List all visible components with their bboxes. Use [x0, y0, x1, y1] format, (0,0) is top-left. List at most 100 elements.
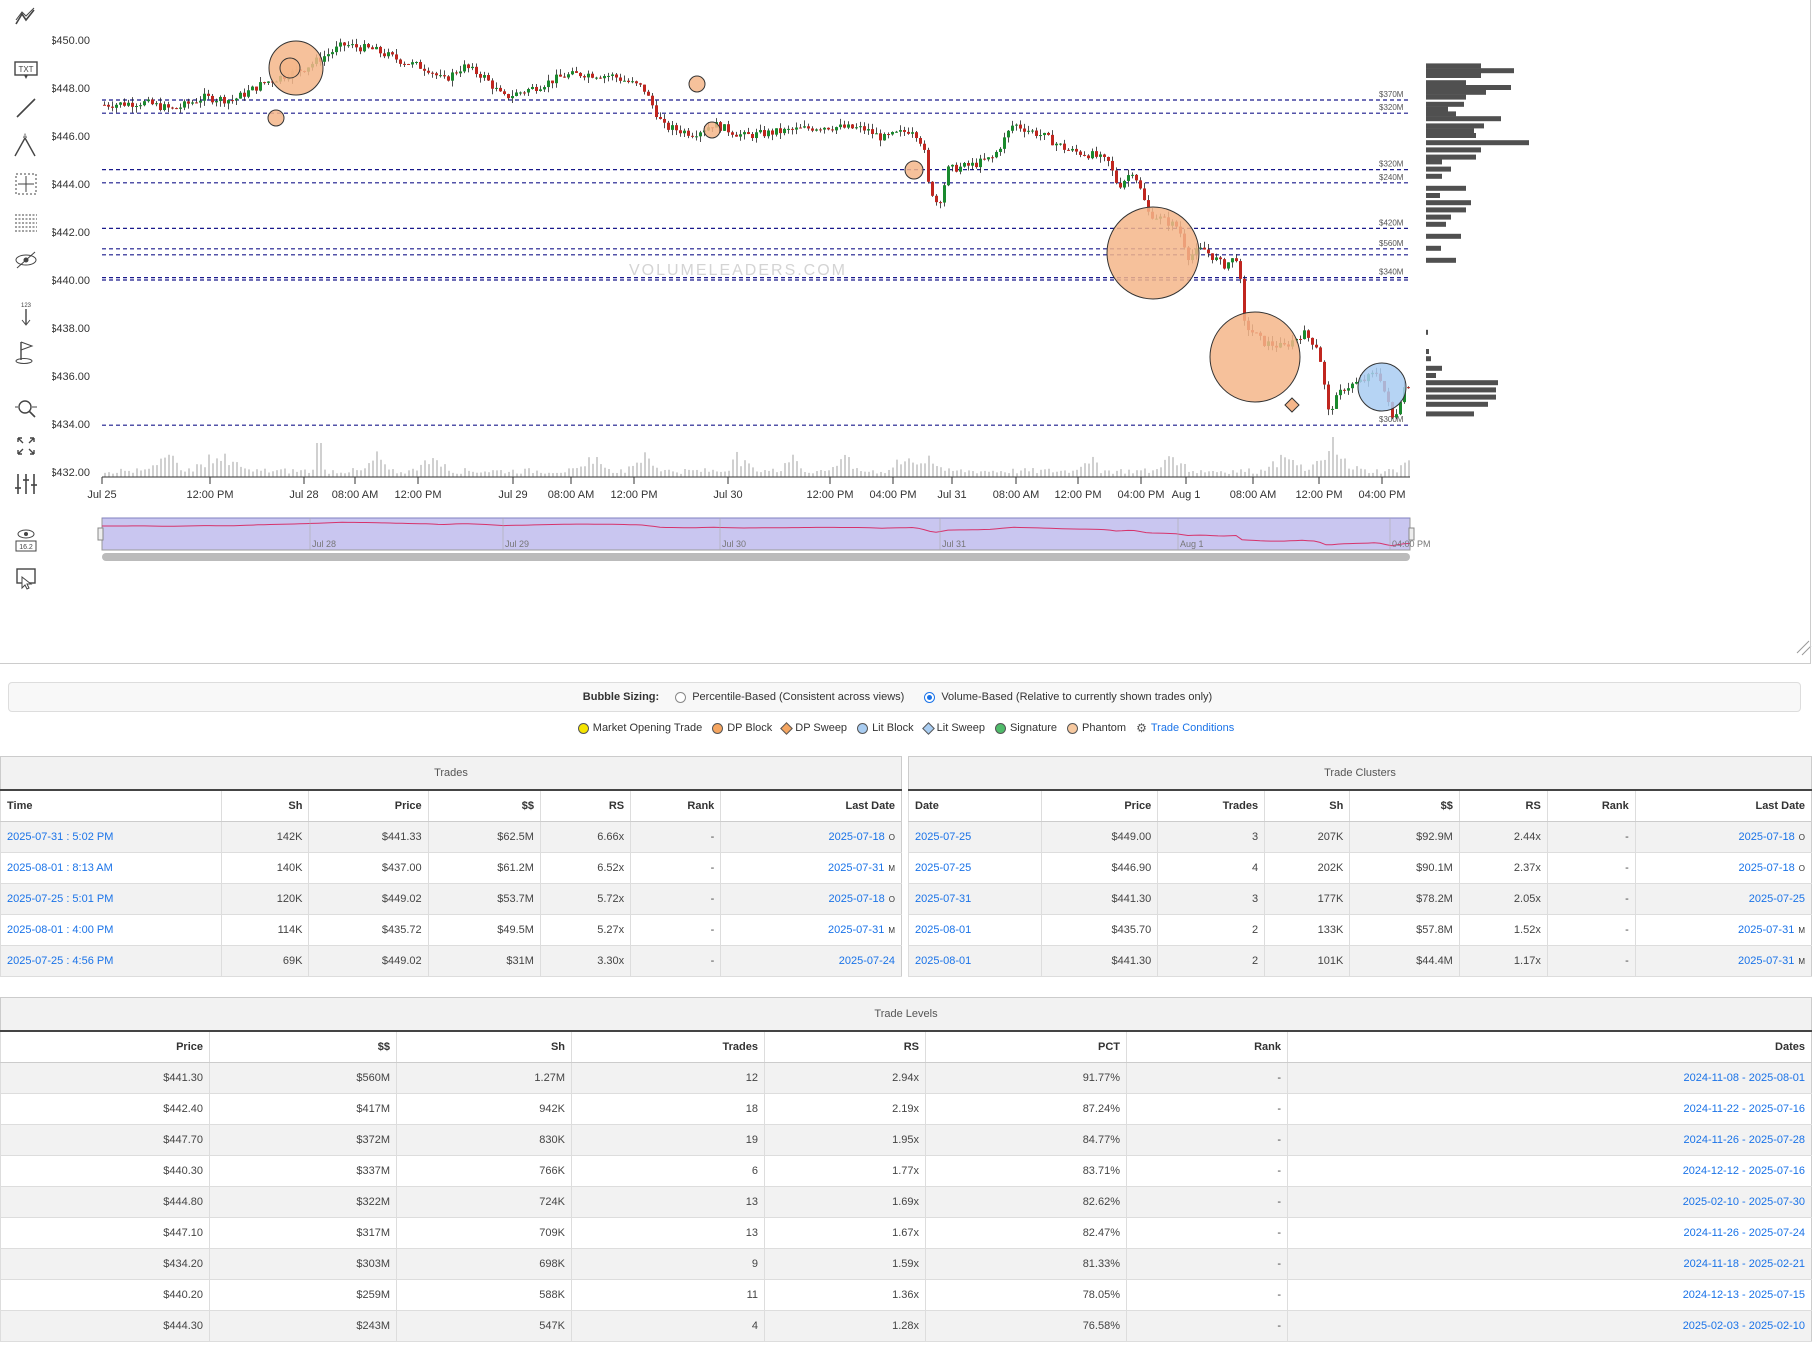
text-icon[interactable]: TXT [8, 52, 44, 88]
table-row[interactable]: $434.20 $303M 698K 9 1.59x 81.33% -2024-11-18 … [0, 1248, 1812, 1280]
last-date-link[interactable]: 2025-07-24 [839, 955, 895, 967]
column-header[interactable]: $$ [209, 1031, 397, 1063]
column-header[interactable]: Trades [1157, 790, 1265, 822]
table-row[interactable]: $447.70 $372M 830K 19 1.95x 84.77% -2024-11-26… [0, 1124, 1812, 1156]
legend-item[interactable]: Market Opening Trade [577, 722, 702, 734]
table-row[interactable]: $442.40 $417M 942K 18 2.19x 87.24% -2024-11-22… [0, 1093, 1812, 1125]
last-date-link[interactable]: 2025-07-18 [828, 831, 884, 843]
legend-item[interactable]: Lit Block [857, 722, 914, 734]
last-date-cell[interactable]: 2025-07-25 [1634, 883, 1812, 915]
last-date-cell[interactable]: 2025-07-18 O [1634, 821, 1812, 853]
trade-conditions-link[interactable]: ⚙ Trade Conditions [1136, 721, 1234, 735]
column-header[interactable]: Price [0, 1031, 210, 1063]
column-header[interactable]: Sh [220, 790, 309, 822]
table-row[interactable]: $444.30 $243M 547K 4 1.28x 76.58% -2025-02-03 … [0, 1310, 1812, 1342]
trade-bubble[interactable] [1106, 206, 1200, 300]
last-date-link[interactable]: 2025-07-18 [828, 893, 884, 905]
column-header[interactable]: Sh [396, 1031, 572, 1063]
table-row[interactable]: $447.10 $317M 709K 13 1.67x 82.47% -2024-11-26… [0, 1217, 1812, 1249]
navigator-left-handle[interactable] [97, 527, 104, 541]
table-row[interactable]: 2025-08-01 $441.30 2 101K $44.4M 1.17x -2025-0… [908, 945, 1812, 977]
last-date-link[interactable]: 2025-07-18 [1738, 862, 1794, 874]
trade-bubble[interactable] [1357, 362, 1407, 412]
table-row[interactable]: 2025-08-01 $435.70 2 133K $57.8M 1.52x -2025-0… [908, 914, 1812, 946]
last-date-link[interactable]: 2025-07-31 [828, 862, 884, 874]
last-date-cell[interactable]: 2025-07-31 M [720, 914, 902, 946]
column-header[interactable]: Price [1040, 790, 1158, 822]
legend-item[interactable]: Lit Sweep [921, 721, 985, 735]
measure-icon[interactable]: 123 [8, 296, 44, 332]
trade-time-link[interactable]: 2025-08-01 : 8:13 AM [0, 852, 222, 884]
table-row[interactable]: $441.30 $560M 1.27M 12 2.94x 91.77% -2024-11-0… [0, 1062, 1812, 1094]
line-icon[interactable] [8, 90, 44, 126]
column-header[interactable]: Sh [1264, 790, 1350, 822]
settings-bars-icon[interactable] [8, 466, 44, 502]
legend-item[interactable]: Phantom [1067, 722, 1126, 734]
hide-icon[interactable] [8, 242, 44, 278]
dates-range-link[interactable]: 2024-12-12 - 2025-07-16 [1287, 1155, 1812, 1187]
table-row[interactable]: 2025-08-01 : 8:13 AM 140K $437.00 $61.2M 6.5… [0, 852, 902, 884]
pin-icon[interactable] [8, 560, 44, 596]
zoom-icon[interactable] [8, 390, 44, 426]
trade-time-link[interactable]: 2025-07-25 : 5:01 PM [0, 883, 222, 915]
column-header[interactable]: $$ [1349, 790, 1460, 822]
cluster-date-link[interactable]: 2025-08-01 [908, 945, 1042, 977]
trade-time-link[interactable]: 2025-07-25 : 4:56 PM [0, 945, 222, 977]
volume-radio[interactable] [924, 691, 936, 703]
dates-range-link[interactable]: 2024-11-26 - 2025-07-28 [1287, 1124, 1812, 1156]
fib-lines-icon[interactable] [8, 204, 44, 240]
resize-handle-icon[interactable] [1796, 640, 1812, 656]
table-row[interactable]: 2025-07-25 $449.00 3 207K $92.9M 2.44x -2025-0… [908, 821, 1812, 853]
percentile-radio[interactable] [675, 691, 687, 703]
table-row[interactable]: 2025-07-31 $441.30 3 177K $78.2M 2.05x - 2025-0… [908, 883, 1812, 915]
trade-bubble[interactable] [279, 57, 301, 79]
table-row[interactable]: 2025-07-25 $446.90 4 202K $90.1M 2.37x -2025-0… [908, 852, 1812, 884]
flag-icon[interactable] [8, 334, 44, 370]
trade-bubble[interactable] [904, 160, 924, 180]
dp-sweep-marker[interactable] [1284, 397, 1300, 413]
last-date-link[interactable]: 2025-07-18 [1738, 831, 1794, 843]
table-row[interactable]: 2025-07-25 : 5:01 PM 120K $449.02 $53.7M 5.7… [0, 883, 902, 915]
last-date-cell[interactable]: 2025-07-31 M [1634, 914, 1812, 946]
table-row[interactable]: $440.30 $337M 766K 6 1.77x 83.71% -2024-12-12 … [0, 1155, 1812, 1187]
trade-bubble[interactable] [267, 109, 285, 127]
chart-navigator[interactable]: Jul 28 Jul 29 Jul 30 Jul 31 Aug 1 04:00 PM [101, 517, 1431, 551]
dates-range-link[interactable]: 2025-02-10 - 2025-07-30 [1287, 1186, 1812, 1218]
cluster-date-link[interactable]: 2025-08-01 [908, 914, 1042, 946]
column-header[interactable]: Last Date [720, 790, 902, 822]
price-chart[interactable]: $450.00 $448.00 $446.00 $444.00 $442.00 $440.… [52, 0, 1812, 665]
fit-icon[interactable] [8, 428, 44, 464]
last-date-cell[interactable]: 2025-07-31 M [720, 852, 902, 884]
trade-bubble[interactable] [703, 121, 721, 139]
legend-item[interactable]: Signature [994, 722, 1057, 734]
last-date-link[interactable]: 2025-07-31 [828, 924, 884, 936]
column-header[interactable]: Dates [1287, 1031, 1812, 1063]
crosshair-grid-icon[interactable] [8, 166, 44, 202]
column-header[interactable]: RS [539, 790, 631, 822]
legend-item[interactable]: DP Block [712, 722, 772, 734]
dates-range-link[interactable]: 2025-02-03 - 2025-02-10 [1287, 1310, 1812, 1342]
last-date-cell[interactable]: 2025-07-24 [720, 945, 902, 977]
last-date-cell[interactable]: 2025-07-18 O [720, 821, 902, 853]
column-header[interactable]: Last Date [1634, 790, 1812, 822]
table-row[interactable]: 2025-07-25 : 4:56 PM 69K $449.02 $31M 3.30x -… [0, 945, 902, 977]
last-date-cell[interactable]: 2025-07-31 M [1634, 945, 1812, 977]
cluster-date-link[interactable]: 2025-07-25 [908, 852, 1042, 884]
table-row[interactable]: 2025-08-01 : 4:00 PM 114K $435.72 $49.5M 5.2… [0, 914, 902, 946]
dates-range-link[interactable]: 2024-11-26 - 2025-07-24 [1287, 1217, 1812, 1249]
trade-time-link[interactable]: 2025-08-01 : 4:00 PM [0, 914, 222, 946]
last-date-link[interactable]: 2025-07-31 [1738, 955, 1794, 967]
table-row[interactable]: 2025-07-31 : 5:02 PM 142K $441.33 $62.5M 6.6… [0, 821, 902, 853]
volume-radio-label[interactable]: Volume-Based (Relative to currently show… [941, 691, 1212, 703]
navigator-right-handle[interactable] [1408, 527, 1415, 541]
abc-pattern-icon[interactable]: A [8, 128, 44, 164]
chart-canvas[interactable]: $450.00 $448.00 $446.00 $444.00 $442.00 $440.… [52, 0, 1812, 665]
column-header[interactable]: Rank [630, 790, 721, 822]
last-date-link[interactable]: 2025-07-31 [1738, 924, 1794, 936]
column-header[interactable]: $$ [427, 790, 541, 822]
trend-icon[interactable] [8, 0, 44, 36]
last-date-cell[interactable]: 2025-07-18 O [1634, 852, 1812, 884]
column-header[interactable]: Price [308, 790, 429, 822]
cluster-date-link[interactable]: 2025-07-25 [908, 821, 1042, 853]
dates-range-link[interactable]: 2024-12-13 - 2025-07-15 [1287, 1279, 1812, 1311]
